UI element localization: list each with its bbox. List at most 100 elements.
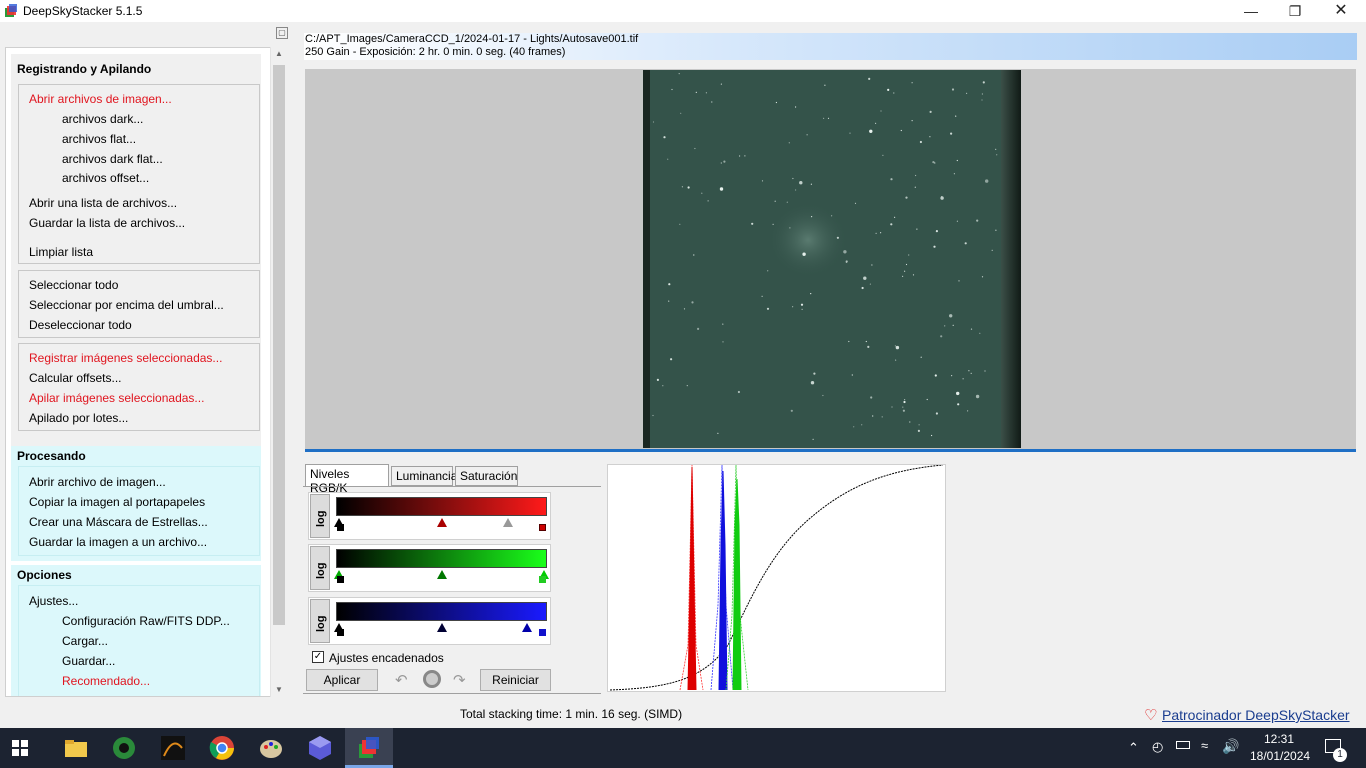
star — [707, 200, 709, 202]
maximize-button[interactable]: ❐ — [1272, 0, 1318, 22]
star — [893, 92, 895, 94]
star — [694, 147, 696, 150]
notification-count-badge: 1 — [1333, 748, 1347, 762]
viewer-splitter[interactable] — [305, 449, 1356, 452]
star — [957, 403, 960, 406]
star — [656, 378, 659, 381]
scroll-down-icon[interactable]: ▼ — [271, 683, 287, 697]
settings-icon[interactable] — [423, 670, 441, 688]
open-offset-files-link[interactable]: archivos offset... — [62, 171, 149, 185]
red-log-toggle[interactable]: log — [310, 494, 330, 538]
phd-guiding-icon[interactable] — [110, 734, 138, 762]
clock-time[interactable]: 12:31 — [1264, 732, 1294, 746]
3d-cube-icon[interactable] — [306, 734, 334, 762]
open-flat-files-link[interactable]: archivos flat... — [62, 132, 136, 146]
image-exposure-info: 250 Gain - Exposición: 2 hr. 0 min. 0 se… — [305, 46, 566, 58]
star — [695, 91, 697, 93]
sponsor-link[interactable]: Patrocinador DeepSkyStacker — [1162, 707, 1350, 723]
status-text: Total stacking time: 1 min. 16 seg. (SIM… — [460, 707, 683, 721]
green-histogram — [732, 478, 742, 691]
tray-device-icon[interactable]: ◴ — [1152, 739, 1163, 755]
blue-white-point-handle[interactable] — [522, 623, 532, 632]
paint-icon[interactable] — [257, 734, 285, 762]
stack-selected-link[interactable]: Apilar imágenes seleccionadas... — [29, 391, 204, 405]
save-image-link[interactable]: Guardar la imagen a un archivo... — [29, 535, 207, 549]
recommended-settings-link[interactable]: Recomendado... — [62, 674, 150, 688]
star — [952, 324, 954, 326]
star — [871, 264, 873, 266]
settings-link[interactable]: Ajustes... — [29, 594, 78, 608]
close-button[interactable]: ✕ — [1318, 0, 1364, 22]
blue-level-slider[interactable]: log — [308, 597, 551, 645]
open-file-list-link[interactable]: Abrir una lista de archivos... — [29, 196, 177, 210]
star — [868, 77, 871, 80]
windows-start-icon[interactable] — [12, 740, 28, 756]
star — [823, 117, 825, 119]
select-above-threshold-link[interactable]: Seleccionar por encima del umbral... — [29, 298, 224, 312]
open-dark-flat-files-link[interactable]: archivos dark flat... — [62, 152, 163, 166]
red-white-point-handle[interactable] — [503, 518, 513, 527]
raw-fits-settings-link[interactable]: Configuración Raw/FITS DDP... — [62, 614, 230, 628]
star — [810, 293, 812, 295]
compute-offsets-link[interactable]: Calcular offsets... — [29, 371, 121, 385]
scroll-thumb[interactable] — [273, 65, 285, 625]
star — [751, 222, 754, 225]
deepskystacker-taskbar-icon[interactable] — [355, 734, 383, 762]
star — [909, 421, 911, 423]
image-viewer[interactable] — [305, 69, 1356, 452]
battery-icon[interactable] — [1176, 741, 1190, 749]
star — [867, 345, 870, 348]
sharpcap-icon[interactable] — [159, 734, 187, 762]
minimize-button[interactable]: — — [1228, 0, 1274, 22]
star — [789, 227, 791, 229]
tab-rgb-levels[interactable]: Niveles RGB/K — [305, 464, 389, 495]
green-log-toggle[interactable]: log — [310, 546, 330, 590]
green-level-slider[interactable]: log — [308, 544, 551, 592]
open-light-files-link[interactable]: Abrir archivos de imagen... — [29, 92, 172, 106]
tab-saturation[interactable]: Saturación — [455, 466, 518, 486]
green-midtone-handle[interactable] — [437, 570, 447, 579]
apply-button[interactable]: Aplicar — [306, 669, 378, 691]
reset-button[interactable]: Reiniciar — [480, 669, 551, 691]
star — [795, 189, 797, 191]
save-settings-link[interactable]: Guardar... — [62, 654, 115, 668]
deselect-all-link[interactable]: Deseleccionar todo — [29, 318, 132, 332]
blue-log-toggle[interactable]: log — [310, 599, 330, 643]
red-midtone-handle[interactable] — [437, 518, 447, 527]
copy-to-clipboard-link[interactable]: Copiar la imagen al portapapeles — [29, 495, 205, 509]
open-image-link[interactable]: Abrir archivo de imagen... — [29, 475, 166, 489]
star — [801, 308, 803, 310]
undo-icon[interactable]: ↶ — [395, 671, 408, 689]
red-level-slider[interactable]: log — [308, 492, 551, 540]
wifi-icon[interactable]: ≈ — [1201, 738, 1208, 753]
scroll-up-icon[interactable]: ▲ — [271, 47, 287, 61]
star — [810, 381, 815, 385]
stacked-image[interactable] — [643, 70, 1021, 448]
tab-luminance[interactable]: Luminancia — [391, 466, 457, 486]
redo-icon[interactable]: ↷ — [453, 671, 466, 689]
create-star-mask-link[interactable]: Crear una Máscara de Estrellas... — [29, 515, 208, 529]
load-settings-link[interactable]: Cargar... — [62, 634, 108, 648]
star — [931, 434, 933, 437]
pin-icon[interactable]: ▢ — [276, 27, 288, 39]
star — [652, 414, 654, 417]
chained-settings-checkbox[interactable]: ✓ — [312, 651, 324, 663]
taskbar: ⌃ ◴ ≈ 🔊 12:31 18/01/2024 1 — [0, 728, 1366, 768]
star — [995, 148, 997, 150]
open-dark-files-link[interactable]: archivos dark... — [62, 112, 143, 126]
register-selected-link[interactable]: Registrar imágenes seleccionadas... — [29, 351, 222, 365]
star — [737, 390, 740, 394]
clock-date[interactable]: 18/01/2024 — [1250, 749, 1310, 763]
file-explorer-icon[interactable] — [62, 734, 90, 762]
chrome-icon[interactable] — [208, 734, 236, 762]
clear-list-link[interactable]: Limpiar lista — [29, 245, 93, 259]
tray-chevron-icon[interactable]: ⌃ — [1128, 740, 1139, 756]
star — [956, 391, 960, 396]
volume-icon[interactable]: 🔊 — [1222, 738, 1239, 755]
select-all-link[interactable]: Seleccionar todo — [29, 278, 118, 292]
save-file-list-link[interactable]: Guardar la lista de archivos... — [29, 216, 185, 230]
star — [950, 132, 953, 135]
task-panel-scrollbar[interactable]: ▲ ▼ — [270, 47, 286, 697]
batch-stacking-link[interactable]: Apilado por lotes... — [29, 411, 128, 425]
blue-midtone-handle[interactable] — [437, 623, 447, 632]
